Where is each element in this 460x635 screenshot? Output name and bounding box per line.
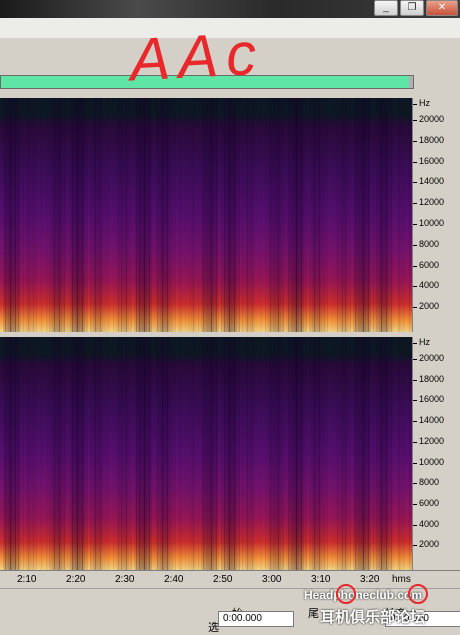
freq-tick-label: 18000 bbox=[412, 134, 445, 145]
freq-tick-label: 20000 bbox=[412, 114, 445, 124]
minimize-button[interactable]: _ bbox=[374, 0, 398, 16]
spectrogram-channel-right[interactable] bbox=[0, 337, 412, 570]
freq-tick-label: 20000 bbox=[412, 353, 445, 363]
freq-tick-label: 16000 bbox=[412, 394, 445, 405]
freq-tick-label: 8000 bbox=[412, 238, 440, 249]
time-tick-label: 3:20 bbox=[360, 574, 380, 585]
freq-tick-label: 4000 bbox=[412, 518, 440, 529]
watermark-site: Headphoneclub.com bbox=[304, 588, 423, 602]
freq-tick-label: 6000 bbox=[412, 497, 440, 508]
window-controls: _ ❐ ✕ bbox=[374, 0, 458, 16]
freq-unit-label: Hz bbox=[413, 98, 430, 108]
freq-tick-label: 8000 bbox=[412, 477, 440, 488]
freq-tick-label: 12000 bbox=[412, 197, 445, 208]
time-tick-label: 2:30 bbox=[115, 574, 135, 585]
freq-tick-label: 18000 bbox=[412, 373, 445, 384]
time-tick-label: 2:50 bbox=[213, 574, 233, 585]
time-tick-label: 3:00 bbox=[262, 574, 282, 585]
selection-start-field[interactable]: 0:00.000 bbox=[218, 611, 294, 627]
annotation-circle bbox=[336, 584, 356, 604]
annotation-circle bbox=[408, 584, 428, 604]
time-ruler: 2:10 2:20 2:30 2:40 2:50 3:00 3:10 3:20 hms bbox=[0, 570, 460, 589]
freq-tick-label: 14000 bbox=[412, 415, 445, 426]
watermark-forum: 耳机俱乐部论坛 bbox=[320, 609, 426, 626]
close-button[interactable]: ✕ bbox=[426, 0, 458, 16]
freq-unit-label: Hz bbox=[413, 337, 430, 347]
freq-tick-label: 12000 bbox=[412, 435, 445, 446]
restore-button[interactable]: ❐ bbox=[400, 0, 424, 16]
freq-tick-label: 6000 bbox=[412, 259, 440, 270]
time-tick-label: 3:10 bbox=[311, 574, 331, 585]
time-tick-label: 2:20 bbox=[66, 574, 86, 585]
handwritten-annotation: AAc bbox=[128, 19, 266, 94]
frequency-ruler-right: Hz 20000 18000 16000 14000 12000 10000 8000 6000… bbox=[412, 337, 460, 570]
freq-tick-label: 10000 bbox=[412, 456, 445, 467]
time-tick-label: 2:10 bbox=[17, 574, 37, 585]
spectrogram-channel-left[interactable] bbox=[0, 98, 412, 332]
freq-tick-label: 2000 bbox=[412, 539, 440, 550]
end-label: 尾 bbox=[308, 608, 319, 620]
freq-tick-label: 4000 bbox=[412, 280, 440, 291]
freq-tick-label: 10000 bbox=[412, 218, 445, 228]
freq-tick-label: 16000 bbox=[412, 155, 445, 166]
frequency-ruler-left: Hz 20000 18000 16000 14000 12000 10000 8000 6000… bbox=[412, 98, 460, 332]
freq-tick-label: 2000 bbox=[412, 301, 440, 312]
freq-tick-label: 14000 bbox=[412, 176, 445, 187]
time-unit-label: hms bbox=[392, 574, 411, 585]
window-titlebar: _ ❐ ✕ bbox=[0, 0, 460, 18]
time-tick-label: 2:40 bbox=[164, 574, 184, 585]
